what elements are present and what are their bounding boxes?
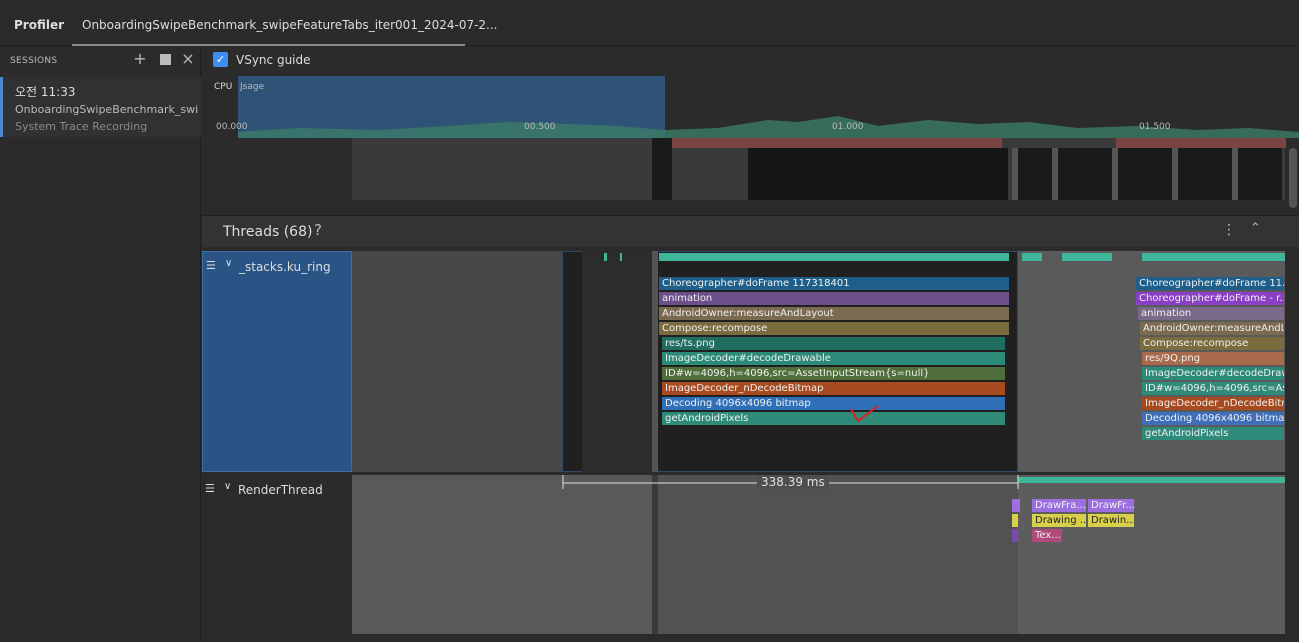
measure-label: 338.39 ms [757,475,829,489]
trace-slice[interactable]: animation [659,292,1009,305]
vsync-checkbox[interactable]: ✓ [213,52,228,67]
vsync-label: VSync guide [236,53,311,67]
trace-slice[interactable]: getAndroidPixels [1142,427,1284,440]
cpu-track[interactable]: CPU Jsage 00.000 00.500 01.000 01.500 [202,76,1299,138]
trace-slice[interactable]: Choreographer#doFrame - r... [1136,292,1284,305]
thread-filter-icon: ☰ [206,259,216,272]
cpu-label: CPU [214,82,233,92]
trace-slice[interactable]: Decoding 4096x4096 bitmap [662,397,1005,410]
session-type: System Trace Recording [15,120,148,133]
trace-slice[interactable]: ImageDecoder_nDecodeBitmap [662,382,1005,395]
help-icon[interactable]: ? [314,221,322,239]
cpu-tick: 01.000 [832,122,864,132]
trace-slice[interactable]: Choreographer#doFrame 117318401 [659,277,1009,290]
cpu-tick: 00.000 [216,122,248,132]
render-slice[interactable]: Tex... [1032,529,1062,542]
cpu-tick: 00.500 [524,122,556,132]
trace-slice[interactable]: getAndroidPixels [662,412,1005,425]
cpu-usage-label: Jsage [240,82,265,92]
thread-row-label[interactable]: ☰ ∨ RenderThread [202,475,352,642]
trace-slice[interactable]: ImageDecoder#decodeDrawable [662,352,1005,365]
check-annotation-icon [850,405,879,423]
thread-filter-icon: ☰ [205,482,215,495]
tab-trace[interactable]: OnboardingSwipeBenchmark_swipeFeatureTab… [72,0,498,46]
trace-slice[interactable]: animation [1138,307,1284,320]
trace-slice[interactable]: ImageDecoder_nDecodeBitm... [1142,397,1284,410]
tab-label: OnboardingSwipeBenchmark_swipeFeatureTab… [82,18,498,32]
thread-name: RenderThread [238,483,323,497]
thread-track[interactable]: Choreographer#doFrame 117318401 animatio… [352,251,1285,472]
render-slice[interactable]: Drawing ... [1032,514,1086,527]
sessions-title: SESSIONS [10,56,58,66]
chevron-down-icon[interactable]: ∨ [224,481,231,492]
close-icon[interactable]: × [181,51,195,67]
app-title: Profiler [14,18,65,32]
session-item[interactable]: 오전 11:33 OnboardingSwipeBenchmark_swip..… [0,77,201,137]
plus-icon[interactable]: + [133,51,147,67]
trace-slice[interactable]: res/ts.png [662,337,1005,350]
trace-slice[interactable]: Decoding 4096x4096 bitmap [1142,412,1284,425]
trace-slice[interactable]: ImageDecoder#decodeDraw... [1142,367,1284,380]
thread-row-label[interactable]: ☰ ∨ _stacks.ku_ring [202,251,352,472]
trace-slice[interactable]: Compose:recompose [659,322,1009,335]
trace-slice[interactable]: Compose:recompose [1140,337,1284,350]
trace-slice[interactable]: ID#w=4096,h=4096,src=Ass... [1142,382,1284,395]
render-slice[interactable]: Drawin... [1088,514,1134,527]
threads-title: Threads (68) [223,224,313,240]
render-slice[interactable]: DrawFr... [1088,499,1134,512]
top-bar: Profiler OnboardingSwipeBenchmark_swipeF… [0,0,1299,46]
render-slice[interactable]: DrawFra... [1032,499,1086,512]
thread-name: _stacks.ku_ring [239,260,331,274]
vsync-row: ✓ VSync guide [202,47,1299,75]
trace-slice[interactable]: Choreographer#doFrame 11... [1136,277,1284,290]
trace-slice[interactable]: AndroidOwner:measureAndL... [1140,322,1284,335]
threads-header: Threads (68) ? ⋮ ⌃ [202,215,1299,247]
trace-slice[interactable]: AndroidOwner:measureAndLayout [659,307,1009,320]
cpu-tick: 01.500 [1139,122,1171,132]
stop-icon[interactable] [158,52,172,66]
session-time: 오전 11:33 [15,85,76,99]
trace-slice[interactable]: ID#w=4096,h=4096,src=AssetInputStream{s=… [662,367,1005,380]
time-axis [352,634,1299,642]
trace-slice[interactable]: res/9Q.png [1142,352,1284,365]
sessions-panel: SESSIONS + × 오전 11:33 OnboardingSwipeBen… [0,47,201,642]
more-icon[interactable]: ⋮ [1222,222,1236,238]
scrollbar[interactable] [1289,148,1297,208]
chevron-down-icon[interactable]: ∨ [225,258,232,269]
thread-track[interactable]: DrawFra... DrawFr... Drawing ... Drawin.… [352,475,1285,635]
collapse-icon[interactable]: ⌃ [1250,221,1261,236]
session-name: OnboardingSwipeBenchmark_swip... [15,103,199,116]
frames-track[interactable] [352,138,1286,200]
